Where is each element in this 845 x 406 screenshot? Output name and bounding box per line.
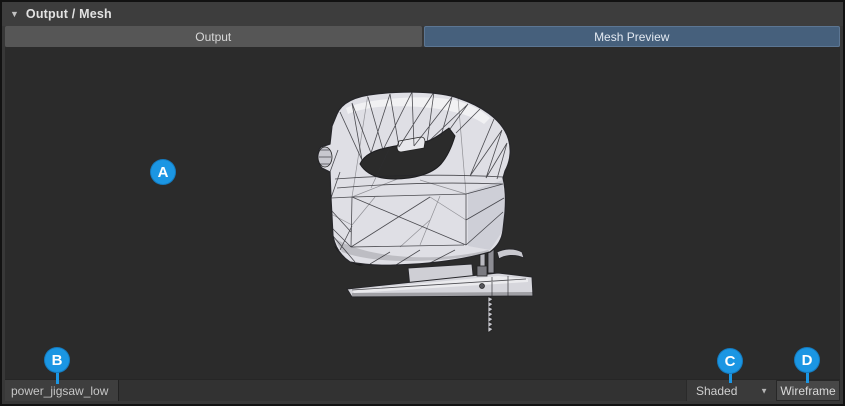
wireframe-toggle[interactable]: Wireframe <box>776 380 840 401</box>
mesh-name-label: power_jigsaw_low <box>5 380 119 401</box>
tab-output[interactable]: Output <box>5 26 422 47</box>
annotation-badge-c: C <box>717 348 743 374</box>
preview-status-bar: power_jigsaw_low Shaded ▼ Wireframe <box>5 379 840 401</box>
foldout-triangle-icon[interactable]: ▼ <box>10 10 19 19</box>
chevron-down-icon: ▼ <box>760 386 768 395</box>
shading-mode-dropdown[interactable]: Shaded ▼ <box>686 380 776 401</box>
output-mesh-panel: ▼ Output / Mesh Output Mesh Preview <box>0 0 845 406</box>
mesh-preview-viewport[interactable] <box>5 47 840 379</box>
tab-mesh-preview[interactable]: Mesh Preview <box>424 26 841 47</box>
annotation-badge-a: A <box>150 159 176 185</box>
annotation-badge-d: D <box>794 347 820 373</box>
shading-mode-value: Shaded <box>696 384 737 398</box>
statusbar-spacer <box>119 380 686 401</box>
jigsaw-mesh-render <box>5 47 840 379</box>
panel-title: Output / Mesh <box>26 7 112 21</box>
annotation-badge-b: B <box>44 347 70 373</box>
panel-header: ▼ Output / Mesh <box>2 2 843 26</box>
tab-bar: Output Mesh Preview <box>5 26 840 47</box>
